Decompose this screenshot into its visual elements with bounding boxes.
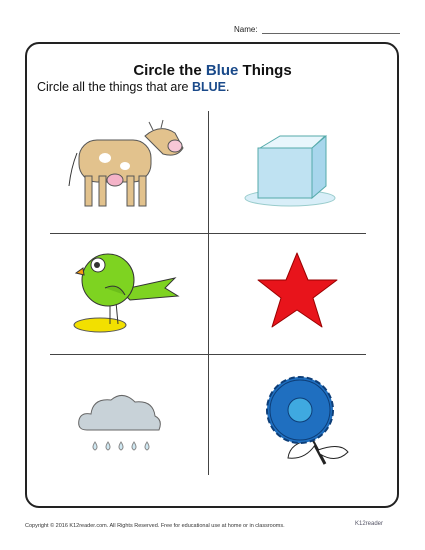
bird-image[interactable] <box>70 240 185 340</box>
ice-cube-image[interactable] <box>240 130 340 210</box>
k12reader-logo: K12reader <box>355 521 384 527</box>
cloud-image[interactable] <box>75 390 165 465</box>
flower-image[interactable] <box>260 372 355 472</box>
name-field[interactable] <box>262 33 400 34</box>
worksheet-title: Circle the Blue Things <box>133 62 292 79</box>
cow-image[interactable] <box>65 118 190 213</box>
name-label: Name: <box>234 25 258 34</box>
instructions: Circle all the things that are BLUE. <box>37 80 230 94</box>
grid-divider-horizontal <box>50 354 366 355</box>
copyright-text: Copyright © 2016 K12reader.com. All Righ… <box>25 523 285 529</box>
grid-divider-vertical <box>208 111 209 475</box>
star-image[interactable] <box>255 250 340 330</box>
grid-divider-horizontal <box>50 233 366 234</box>
